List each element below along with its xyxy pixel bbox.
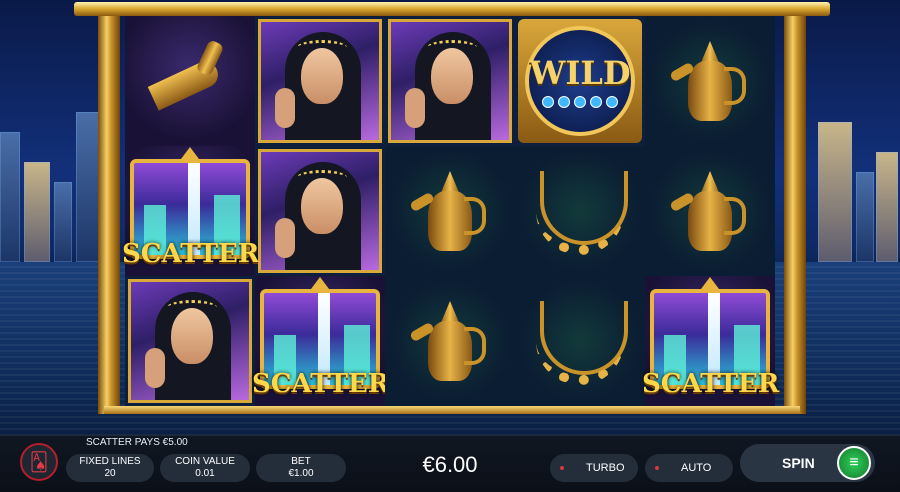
frame-top-bar bbox=[74, 2, 830, 16]
dagger-symbol bbox=[140, 31, 240, 131]
fixed-lines-display: FIXED LINES 20 bbox=[66, 454, 154, 482]
win-message: SCATTER PAYS €5.00 bbox=[86, 437, 188, 448]
reel-cell-r1c5 bbox=[645, 16, 775, 146]
reel-cell-r3c2: SCATTER bbox=[252, 276, 389, 406]
balance-display: €6.00 bbox=[422, 452, 478, 477]
cash-stack-icon: ≡ bbox=[837, 446, 871, 480]
frame-pillar-left bbox=[98, 12, 120, 414]
coin-value-selector[interactable]: COIN VALUE 0.01 bbox=[160, 454, 250, 482]
reel-cell-r1c2 bbox=[255, 16, 385, 146]
scatter-symbol: SCATTER bbox=[642, 277, 779, 405]
necklace-symbol bbox=[530, 171, 630, 255]
reels-grid: WILD SCATTER SCATTER SCATTER bbox=[122, 16, 779, 406]
bet-label: BET bbox=[291, 456, 311, 467]
reel-cell-r2c1: SCATTER bbox=[122, 146, 259, 276]
bet-value: €1.00 bbox=[288, 468, 314, 479]
reel-cell-r3c1 bbox=[125, 276, 255, 406]
teapot-symbol bbox=[669, 33, 750, 129]
frame-bottom-bar bbox=[104, 406, 800, 414]
teapot-symbol bbox=[409, 293, 490, 389]
coin-value-value: 0.01 bbox=[195, 468, 215, 479]
coin-value-label: COIN VALUE bbox=[175, 456, 235, 467]
wild-text: WILD bbox=[529, 54, 631, 92]
scatter-label: SCATTER bbox=[122, 239, 260, 269]
woman-symbol bbox=[128, 279, 252, 403]
necklace-symbol bbox=[530, 301, 630, 385]
paytable-button[interactable]: 🂡 bbox=[20, 443, 58, 481]
teapot-symbol bbox=[669, 163, 750, 259]
auto-indicator-icon bbox=[655, 466, 659, 470]
reel-cell-r1c4: WILD bbox=[515, 16, 645, 146]
reel-cell-r3c3 bbox=[385, 276, 515, 406]
turbo-indicator-icon bbox=[560, 466, 564, 470]
spin-button[interactable]: SPIN ≡ bbox=[740, 444, 875, 482]
auto-label: AUTO bbox=[681, 462, 712, 474]
teapot-symbol bbox=[409, 163, 490, 259]
turbo-toggle[interactable]: TURBO bbox=[550, 454, 638, 482]
scatter-label: SCATTER bbox=[642, 369, 780, 399]
fixed-lines-value: 20 bbox=[104, 468, 116, 479]
reel-cell-r3c4 bbox=[515, 276, 645, 406]
reel-cell-r1c1 bbox=[125, 16, 255, 146]
auto-toggle[interactable]: AUTO bbox=[645, 454, 733, 482]
turbo-label: TURBO bbox=[586, 462, 625, 474]
frame-pillar-right bbox=[784, 12, 806, 414]
spin-label: SPIN bbox=[782, 455, 815, 471]
wild-symbol: WILD bbox=[518, 19, 642, 143]
reel-cell-r3c5: SCATTER bbox=[642, 276, 779, 406]
reel-cell-r2c5 bbox=[645, 146, 775, 276]
woman-symbol bbox=[258, 19, 382, 143]
scatter-symbol: SCATTER bbox=[252, 277, 389, 405]
reel-cell-r1c3 bbox=[385, 16, 515, 146]
fixed-lines-label: FIXED LINES bbox=[79, 456, 141, 467]
reel-cell-r2c4 bbox=[515, 146, 645, 276]
scatter-symbol: SCATTER bbox=[122, 147, 259, 275]
scatter-label: SCATTER bbox=[252, 369, 390, 399]
cards-icon: 🂡 bbox=[29, 451, 49, 472]
woman-symbol bbox=[388, 19, 512, 143]
reel-cell-r2c3 bbox=[385, 146, 515, 276]
reel-cell-r2c2 bbox=[255, 146, 385, 276]
gems-icon bbox=[542, 96, 618, 108]
bet-selector[interactable]: BET €1.00 bbox=[256, 454, 346, 482]
woman-symbol bbox=[258, 149, 382, 273]
